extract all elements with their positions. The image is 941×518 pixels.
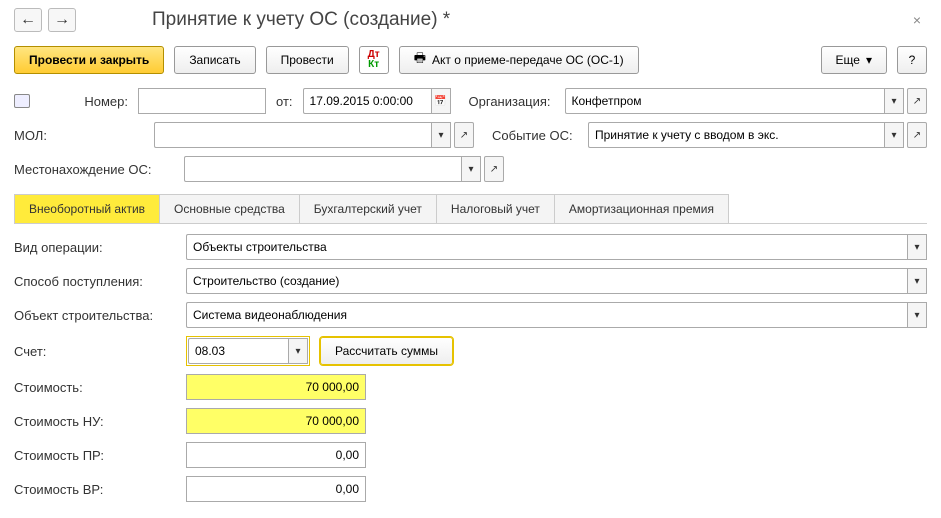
page-title: Принятие к учету ОС (создание) * xyxy=(152,9,450,31)
chevron-down-icon: ▾ xyxy=(866,53,872,67)
post-and-close-button[interactable]: Провести и закрыть xyxy=(14,46,164,74)
post-button[interactable]: Провести xyxy=(266,46,349,74)
cost-label: Стоимость: xyxy=(14,380,176,395)
cost-pr-input[interactable] xyxy=(186,442,366,468)
cost-vr-label: Стоимость ВР: xyxy=(14,482,176,497)
op-type-input[interactable] xyxy=(186,234,907,260)
receipt-input[interactable] xyxy=(186,268,907,294)
tab-tax[interactable]: Налоговый учет xyxy=(436,194,555,223)
receipt-label: Способ поступления: xyxy=(14,274,176,289)
account-input[interactable] xyxy=(188,338,288,364)
from-label: от: xyxy=(276,94,293,109)
act-button-label: Акт о приеме-передаче ОС (ОС-1) xyxy=(432,53,624,67)
act-button[interactable]: 🖶 Акт о приеме-передаче ОС (ОС-1) xyxy=(399,46,639,74)
op-type-label: Вид операции: xyxy=(14,240,176,255)
mol-label: МОЛ: xyxy=(14,128,144,143)
more-button-label: Еще xyxy=(836,53,860,67)
location-open-button[interactable]: ↗ xyxy=(484,156,504,182)
nav-back-button[interactable]: ← xyxy=(14,8,42,32)
help-button[interactable]: ? xyxy=(897,46,927,74)
event-input[interactable] xyxy=(588,122,884,148)
debit-credit-button[interactable]: ДтКт xyxy=(359,46,389,74)
cost-pr-label: Стоимость ПР: xyxy=(14,448,176,463)
tab-fixed-assets[interactable]: Основные средства xyxy=(159,194,300,223)
event-dropdown-button[interactable]: ▾ xyxy=(884,122,904,148)
cost-nu-label: Стоимость НУ: xyxy=(14,414,176,429)
object-input[interactable] xyxy=(186,302,907,328)
number-label: Номер: xyxy=(40,94,128,109)
close-button[interactable]: × xyxy=(907,10,927,30)
mol-input[interactable] xyxy=(154,122,431,148)
tab-strip: Внеоборотный актив Основные средства Бух… xyxy=(14,194,927,224)
account-label: Счет: xyxy=(14,344,176,359)
more-button[interactable]: Еще ▾ xyxy=(821,46,887,74)
number-input[interactable] xyxy=(138,88,266,114)
tab-noncurrent-asset[interactable]: Внеоборотный актив xyxy=(14,194,160,223)
calendar-button[interactable]: 📅 xyxy=(431,88,451,114)
tab-amortization-bonus[interactable]: Амортизационная премия xyxy=(554,194,729,223)
org-open-button[interactable]: ↗ xyxy=(907,88,927,114)
org-dropdown-button[interactable]: ▾ xyxy=(884,88,904,114)
event-open-button[interactable]: ↗ xyxy=(907,122,927,148)
document-icon xyxy=(14,94,30,108)
cost-nu-input[interactable] xyxy=(186,408,366,434)
location-input[interactable] xyxy=(184,156,461,182)
calculate-button[interactable]: Рассчитать суммы xyxy=(320,337,453,365)
location-label: Местонахождение ОС: xyxy=(14,162,174,177)
op-type-dropdown-button[interactable]: ▾ xyxy=(907,234,927,260)
date-input[interactable] xyxy=(303,88,431,114)
printer-icon: 🖶 xyxy=(414,49,426,71)
tab-accounting[interactable]: Бухгалтерский учет xyxy=(299,194,437,223)
receipt-dropdown-button[interactable]: ▾ xyxy=(907,268,927,294)
cost-vr-input[interactable] xyxy=(186,476,366,502)
nav-forward-button[interactable]: → xyxy=(48,8,76,32)
object-dropdown-button[interactable]: ▾ xyxy=(907,302,927,328)
org-input[interactable] xyxy=(565,88,884,114)
debit-credit-icon: ДтКт xyxy=(368,50,380,70)
object-label: Объект строительства: xyxy=(14,308,176,323)
mol-open-button[interactable]: ↗ xyxy=(454,122,474,148)
account-dropdown-button[interactable]: ▾ xyxy=(288,338,308,364)
org-label: Организация: xyxy=(469,94,555,109)
mol-dropdown-button[interactable]: ▾ xyxy=(431,122,451,148)
cost-input[interactable] xyxy=(186,374,366,400)
event-label: Событие ОС: xyxy=(492,128,578,143)
location-dropdown-button[interactable]: ▾ xyxy=(461,156,481,182)
save-button[interactable]: Записать xyxy=(174,46,255,74)
